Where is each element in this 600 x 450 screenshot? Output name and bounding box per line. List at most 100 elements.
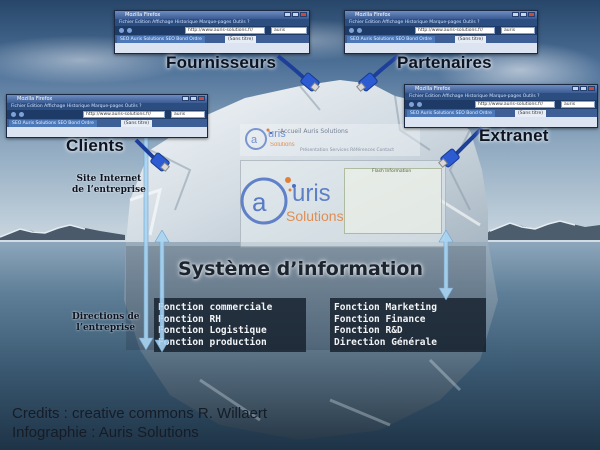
forward-icon bbox=[19, 112, 24, 117]
function-item: Direction Générale bbox=[334, 336, 437, 348]
browser-menu-text: Fichier Edition Affichage Historique Mar… bbox=[11, 104, 142, 109]
auris-logo-large-word: uris bbox=[292, 180, 331, 207]
maximize-icon bbox=[292, 12, 299, 17]
browser-tab-bar: SEO Auris Solutions SEO Bond Ordre (Sans… bbox=[115, 35, 309, 43]
function-item: Fonction RH bbox=[158, 313, 221, 325]
close-icon bbox=[198, 96, 205, 101]
functions-right-list: Fonction Marketing Fonction Finance Fonc… bbox=[334, 302, 437, 348]
forward-icon bbox=[127, 28, 132, 33]
label-line: l’entreprise bbox=[76, 323, 136, 333]
forward-icon bbox=[417, 102, 422, 107]
browser-nav-bar: http://www.auris-solutions.fr/ auris bbox=[405, 100, 597, 109]
information-system-title: Système d’information bbox=[178, 258, 423, 280]
browser-tab: (Sans titre) bbox=[515, 110, 547, 117]
ethernet-cable-icon bbox=[356, 54, 400, 92]
minimize-icon bbox=[512, 12, 519, 17]
browser-menu-bar: Fichier Edition Affichage Historique Mar… bbox=[345, 19, 537, 26]
search-field: auris bbox=[171, 111, 205, 118]
minimize-icon bbox=[182, 96, 189, 101]
ethernet-cable-icon bbox=[438, 126, 484, 168]
url-field: http://www.auris-solutions.fr/ bbox=[415, 27, 495, 34]
auris-logo-small-sub: Solutions bbox=[270, 142, 295, 148]
browser-window-clients: Mozilla Firefox Fichier Edition Affichag… bbox=[6, 94, 208, 138]
back-icon bbox=[349, 28, 354, 33]
label-line: Site Internet bbox=[76, 174, 142, 184]
function-item: Fonction production bbox=[158, 336, 267, 348]
forward-icon bbox=[357, 28, 362, 33]
browser-title: Mozilla Firefox bbox=[355, 12, 391, 18]
browser-menu-text: Fichier Edition Affichage Historique Mar… bbox=[349, 20, 480, 25]
auris-logo-large-sub: Solutions bbox=[286, 208, 344, 224]
browser-tab: (Sans titre) bbox=[121, 120, 153, 127]
browser-tab: (Sans titre) bbox=[225, 36, 257, 43]
browser-tab-bar: SEO Auris Solutions SEO Bond Ordre (Sans… bbox=[405, 109, 597, 117]
label-line: Directions de bbox=[72, 312, 140, 322]
browser-menu-bar: Fichier Edition Affichage Historique Mar… bbox=[7, 103, 207, 110]
label-fournisseurs: Fournisseurs bbox=[166, 53, 277, 72]
auris-logo-small-word: uris bbox=[268, 128, 286, 140]
browser-tab: (Sans titre) bbox=[455, 36, 487, 43]
label-site-internet: Site Internet de l’entreprise bbox=[72, 174, 146, 196]
function-item: Fonction commerciale bbox=[158, 302, 273, 313]
browser-menu-bar: Fichier Edition Affichage Historique Mar… bbox=[405, 93, 597, 100]
website-news-box-title: Flash Information bbox=[372, 169, 412, 174]
browser-tab: SEO Auris Solutions SEO Bond Ordre bbox=[347, 36, 435, 43]
browser-title: Mozilla Firefox bbox=[17, 96, 53, 102]
double-arrow-directions-left bbox=[154, 230, 170, 352]
back-icon bbox=[409, 102, 414, 107]
url-field: http://www.auris-solutions.fr/ bbox=[475, 101, 555, 108]
browser-title-bar: Mozilla Firefox bbox=[345, 11, 537, 19]
browser-nav-bar: http://www.auris-solutions.fr/ auris bbox=[115, 26, 309, 35]
back-icon bbox=[119, 28, 124, 33]
browser-menu-bar: Fichier Edition Affichage Historique Mar… bbox=[115, 19, 309, 26]
credits: Credits : creative commons R. Willaert I… bbox=[12, 404, 267, 442]
browser-title: Mozilla Firefox bbox=[415, 86, 451, 92]
browser-title-bar: Mozilla Firefox bbox=[115, 11, 309, 19]
browser-tab-bar: SEO Auris Solutions SEO Bond Ordre (Sans… bbox=[7, 119, 207, 127]
function-item: Fonction Finance bbox=[334, 313, 426, 325]
minimize-icon bbox=[284, 12, 291, 17]
browser-window-partenaires: Mozilla Firefox Fichier Edition Affichag… bbox=[344, 10, 538, 54]
browser-tab-bar: SEO Auris Solutions SEO Bond Ordre (Sans… bbox=[345, 35, 537, 43]
maximize-icon bbox=[190, 96, 197, 101]
maximize-icon bbox=[580, 86, 587, 91]
ethernet-cable-icon bbox=[276, 54, 320, 92]
label-line: de l’entreprise bbox=[72, 185, 146, 195]
browser-window-extranet: Mozilla Firefox Fichier Edition Affichag… bbox=[404, 84, 598, 128]
search-field: auris bbox=[271, 27, 307, 34]
label-partenaires: Partenaires bbox=[397, 53, 492, 72]
search-field: auris bbox=[501, 27, 535, 34]
url-field: http://www.auris-solutions.fr/ bbox=[185, 27, 265, 34]
browser-title: Mozilla Firefox bbox=[125, 12, 161, 18]
browser-tab: SEO Auris Solutions SEO Bond Ordre bbox=[407, 110, 495, 117]
function-item: Fonction Logistique bbox=[158, 325, 267, 336]
browser-window-fournisseurs: Mozilla Firefox Fichier Edition Affichag… bbox=[114, 10, 310, 54]
credits-line: Infographie : Auris Solutions bbox=[12, 424, 199, 441]
browser-tab: SEO Auris Solutions SEO Bond Ordre bbox=[9, 120, 97, 127]
label-extranet: Extranet bbox=[479, 126, 549, 145]
back-icon bbox=[11, 112, 16, 117]
browser-menu-text: Fichier Edition Affichage Historique Mar… bbox=[409, 94, 540, 99]
browser-nav-bar: http://www.auris-solutions.fr/ auris bbox=[345, 26, 537, 35]
close-icon bbox=[300, 12, 307, 17]
label-clients: Clients bbox=[66, 136, 125, 155]
website-news-box bbox=[344, 168, 442, 234]
label-directions: Directions de l’entreprise bbox=[72, 312, 140, 334]
close-icon bbox=[588, 86, 595, 91]
website-navigation: Présentation Services Références Contact bbox=[300, 148, 395, 153]
browser-nav-bar: http://www.auris-solutions.fr/ auris bbox=[7, 110, 207, 119]
browser-menu-text: Fichier Edition Affichage Historique Mar… bbox=[119, 20, 250, 25]
minimize-icon bbox=[572, 86, 579, 91]
url-field: http://www.auris-solutions.fr/ bbox=[83, 111, 165, 118]
search-field: auris bbox=[561, 101, 595, 108]
function-item: Fonction Marketing bbox=[334, 302, 437, 313]
close-icon bbox=[528, 12, 535, 17]
svg-text:a: a bbox=[251, 134, 258, 146]
functions-left-list: Fonction commerciale Fonction RH Fonctio… bbox=[158, 302, 272, 348]
double-arrow-extranet bbox=[438, 230, 454, 300]
browser-title-bar: Mozilla Firefox bbox=[7, 95, 207, 103]
credits-line: Credits : creative commons R. Willaert bbox=[12, 405, 268, 422]
ethernet-cable-icon bbox=[134, 138, 170, 172]
browser-tab: SEO Auris Solutions SEO Bond Ordre bbox=[117, 36, 205, 43]
function-item: Fonction R&D bbox=[334, 325, 403, 336]
